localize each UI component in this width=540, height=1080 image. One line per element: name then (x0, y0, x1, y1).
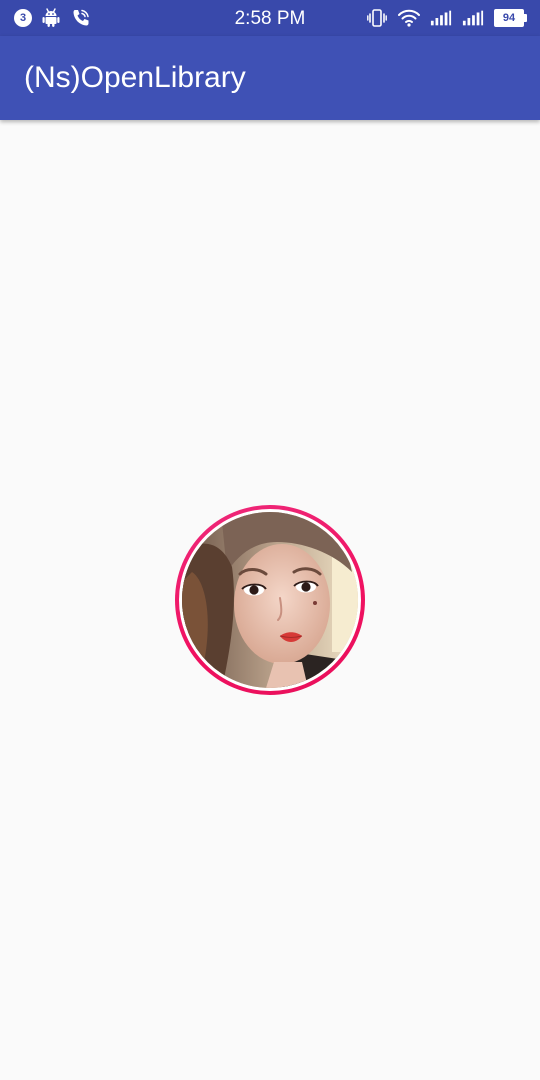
main-content (0, 120, 540, 1080)
app-title: (Ns)OpenLibrary (24, 61, 246, 94)
battery-icon: 94 (494, 9, 527, 27)
status-bar-right-icons: 94 (366, 7, 527, 29)
signal-icon (462, 7, 484, 29)
signal-icon (430, 7, 452, 29)
circular-profile-image (182, 512, 358, 688)
avatar[interactable] (175, 505, 365, 695)
status-bar: 3 2:58 PM 94 (0, 0, 540, 36)
vibrate-icon (366, 7, 388, 29)
wifi-icon (398, 7, 420, 29)
battery-level: 94 (502, 11, 516, 24)
app-bar: (Ns)OpenLibrary (0, 36, 540, 120)
